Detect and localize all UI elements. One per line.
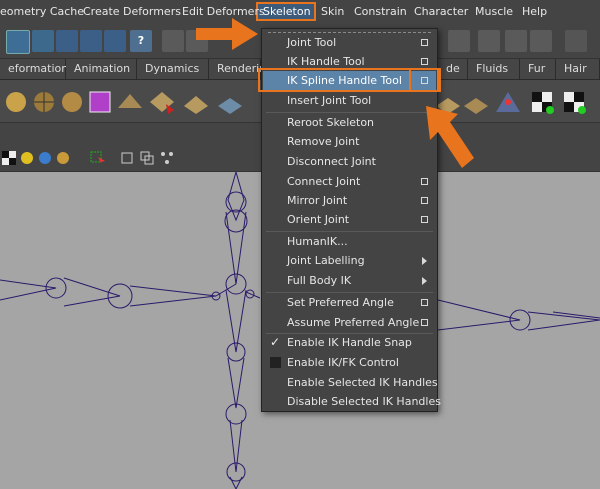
- grid-snap-icon[interactable]: [32, 30, 54, 52]
- menu-geometry-cache[interactable]: eometry Cache: [0, 5, 84, 18]
- input-field-icon[interactable]: [565, 30, 587, 52]
- tab-hair[interactable]: Hair: [556, 59, 600, 79]
- lock-icon[interactable]: [162, 30, 184, 52]
- unchecked-box-icon: [270, 357, 281, 368]
- checkmark-icon: ✓: [270, 335, 281, 349]
- menu-item-label: Joint Labelling: [287, 254, 365, 267]
- point-snap-icon[interactable]: [56, 30, 78, 52]
- ipr-render-icon[interactable]: [478, 30, 500, 52]
- option-box-icon[interactable]: [421, 178, 428, 185]
- nodes-icon[interactable]: [160, 151, 174, 165]
- menu-character[interactable]: Character: [414, 5, 468, 18]
- menu-item-enable-selected-ik-handles[interactable]: Enable Selected IK Handles: [263, 373, 438, 392]
- menu-item-label: Insert Joint Tool: [287, 94, 372, 107]
- pinch-icon[interactable]: [2, 88, 30, 116]
- menu-item-reroot-skeleton[interactable]: Reroot Skeleton: [263, 113, 436, 132]
- tab-dynamics[interactable]: Dynamics: [137, 59, 209, 79]
- menu-item-assume-preferred-angle[interactable]: Assume Preferred Angle: [263, 313, 436, 332]
- menu-item-humanik[interactable]: HumanIK...: [263, 232, 436, 251]
- menu-item-label: Reroot Skeleton: [287, 116, 375, 129]
- menu-item-label: Disable Selected IK Handles: [287, 395, 441, 408]
- submenu-arrow-icon: [422, 257, 427, 265]
- option-box-icon[interactable]: [421, 216, 428, 223]
- menu-item-label: Enable Selected IK Handles: [287, 376, 438, 389]
- option-box-icon[interactable]: [421, 319, 428, 326]
- menu-item-label: Assume Preferred Angle: [287, 316, 420, 329]
- blue-sphere-icon[interactable]: [38, 151, 52, 165]
- menu-item-label: Set Preferred Angle: [287, 296, 394, 309]
- menu-item-label: HumanIK...: [287, 235, 348, 248]
- menu-bar: eometry Cache Create Deformers Edit Defo…: [0, 0, 600, 25]
- menu-item-full-body-ik[interactable]: Full Body IK: [263, 271, 436, 290]
- menu-item-label: Full Body IK: [287, 274, 352, 287]
- curve-snap-icon[interactable]: [6, 30, 30, 54]
- menu-item-joint-tool[interactable]: Joint Tool: [263, 33, 436, 52]
- cluster-cube-icon[interactable]: [86, 88, 114, 116]
- menu-item-label: Mirror Joint: [287, 194, 348, 207]
- menu-item-disable-selected-ik-handles[interactable]: Disable Selected IK Handles: [263, 392, 441, 411]
- menu-item-joint-labelling[interactable]: Joint Labelling: [263, 251, 436, 270]
- menu-item-label: Connect Joint: [287, 175, 361, 188]
- bend-deformer-icon[interactable]: [116, 88, 144, 116]
- gold-sphere-icon[interactable]: [56, 151, 70, 165]
- menu-item-label: Joint Tool: [287, 36, 337, 49]
- menu-item-mirror-joint[interactable]: Mirror Joint: [263, 191, 436, 210]
- render-view-icon[interactable]: [448, 30, 470, 52]
- live-surface-icon[interactable]: [104, 30, 126, 52]
- submenu-arrow-icon: [422, 277, 427, 285]
- menu-constrain[interactable]: Constrain: [354, 5, 407, 18]
- tab-nhair-mode[interactable]: de: [438, 59, 468, 79]
- menu-item-label: Disconnect Joint: [287, 155, 376, 168]
- menu-skeleton[interactable]: Skeleton: [263, 5, 311, 18]
- option-box-icon[interactable]: [421, 58, 428, 65]
- checker-shading-icon[interactable]: [2, 151, 16, 165]
- menu-item-label: IK Handle Tool: [287, 55, 365, 68]
- menu-item-insert-joint-tool[interactable]: Insert Joint Tool: [263, 91, 436, 110]
- menu-muscle[interactable]: Muscle: [475, 5, 513, 18]
- option-box-icon[interactable]: [421, 299, 428, 306]
- menu-item-enable-ik-handle-snap[interactable]: ✓ Enable IK Handle Snap: [263, 333, 436, 352]
- menu-item-label: Enable IK/FK Control: [287, 356, 399, 369]
- highlight-box-option: [409, 68, 439, 92]
- menu-help[interactable]: Help: [522, 5, 547, 18]
- tab-deformation[interactable]: eformation: [0, 59, 68, 79]
- lattice-sphere-icon[interactable]: [30, 88, 58, 116]
- arrow-up-left-icon: [426, 106, 474, 168]
- duplicate-icon[interactable]: [140, 151, 154, 165]
- menu-item-remove-joint[interactable]: Remove Joint: [263, 132, 436, 151]
- option-box-icon[interactable]: [421, 197, 428, 204]
- help-icon[interactable]: ?: [130, 30, 152, 52]
- soft-mod-icon[interactable]: [494, 88, 522, 116]
- menu-item-label: Enable IK Handle Snap: [287, 336, 412, 349]
- menu-item-label: Orient Joint: [287, 213, 350, 226]
- render-settings-icon[interactable]: [505, 30, 527, 52]
- tab-animation[interactable]: Animation: [66, 59, 137, 79]
- menu-item-connect-joint[interactable]: Connect Joint: [263, 172, 436, 191]
- menu-item-enable-ik-fk-control[interactable]: Enable IK/FK Control: [263, 353, 436, 372]
- menu-item-orient-joint[interactable]: Orient Joint: [263, 210, 436, 229]
- checker-deformer-icon-2[interactable]: [560, 88, 588, 116]
- checker-deformer-icon[interactable]: [528, 88, 556, 116]
- tab-fur[interactable]: Fur: [520, 59, 556, 79]
- menu-skin[interactable]: Skin: [321, 5, 344, 18]
- yellow-sphere-icon[interactable]: [20, 151, 34, 165]
- menu-item-label: Remove Joint: [287, 135, 360, 148]
- menu-create-deformers[interactable]: Create Deformers: [83, 5, 181, 18]
- wrap-deformer-icon[interactable]: [216, 88, 244, 116]
- tab-fluids[interactable]: Fluids: [468, 59, 520, 79]
- twist-deformer-icon[interactable]: [148, 88, 176, 116]
- sculpt-sphere-icon[interactable]: [58, 88, 86, 116]
- select-region-icon[interactable]: [90, 151, 106, 165]
- menu-item-set-preferred-angle[interactable]: Set Preferred Angle: [263, 293, 436, 312]
- hypershade-icon[interactable]: [530, 30, 552, 52]
- view-plane-snap-icon[interactable]: [80, 30, 102, 52]
- option-box-icon[interactable]: [421, 39, 428, 46]
- wave-deformer-icon[interactable]: [182, 88, 210, 116]
- arrow-right-icon: [196, 18, 258, 50]
- cube-icon[interactable]: [120, 151, 134, 165]
- menu-item-disconnect-joint[interactable]: Disconnect Joint: [263, 152, 436, 171]
- tab-rendering[interactable]: Renderin: [209, 59, 266, 79]
